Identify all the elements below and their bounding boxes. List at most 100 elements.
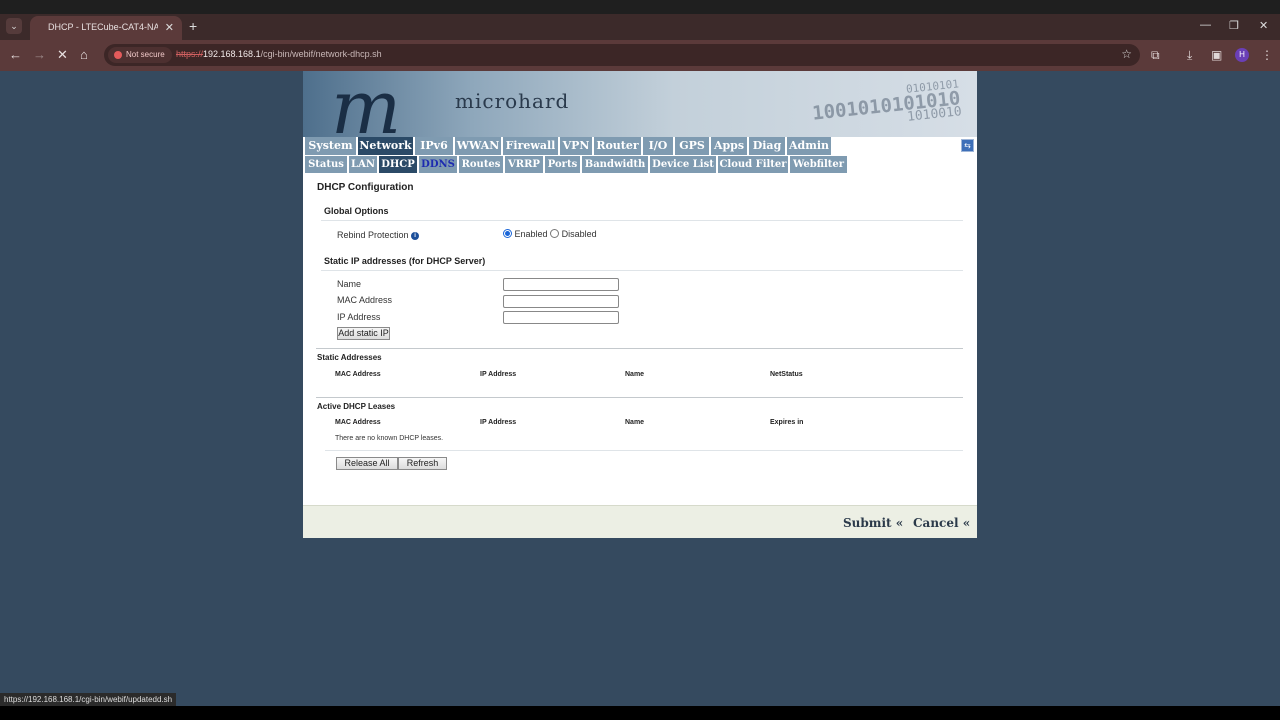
sub-tab-routes[interactable]: Routes: [459, 156, 503, 173]
main-tab-wwan[interactable]: WWAN: [455, 137, 501, 155]
column-header-expires: Expires in: [770, 419, 804, 426]
submit-button[interactable]: Submit «: [843, 516, 903, 530]
page-title: DHCP Configuration: [317, 182, 414, 193]
divider: [321, 270, 963, 271]
side-panel-icon[interactable]: ▣: [1211, 48, 1222, 62]
column-header-mac: MAC Address: [335, 371, 381, 378]
column-header-netstatus: NetStatus: [770, 371, 803, 378]
restore-icon[interactable]: ❐: [1229, 19, 1239, 32]
divider: [325, 450, 963, 451]
new-tab-button[interactable]: +: [189, 18, 197, 34]
sub-tab-dhcp[interactable]: DHCP: [379, 156, 417, 173]
sub-tab-lan[interactable]: LAN: [349, 156, 377, 173]
warning-icon: [114, 51, 122, 59]
static-addresses-heading: Static Addresses: [317, 353, 382, 362]
link-status-bar: https://192.168.168.1/cgi-bin/webif/upda…: [0, 693, 177, 706]
extensions-icon[interactable]: ⧉: [1151, 48, 1160, 62]
sub-tab-webfilter[interactable]: Webfilter: [790, 156, 847, 173]
static-ip-heading: Static IP addresses (for DHCP Server): [324, 256, 486, 266]
main-tab-ipv6[interactable]: IPv6: [415, 137, 453, 155]
not-secure-badge[interactable]: Not secure: [108, 47, 172, 63]
sub-tab-ports[interactable]: Ports: [545, 156, 580, 173]
main-tab-admin[interactable]: Admin: [787, 137, 831, 155]
disabled-label: Disabled: [561, 229, 597, 239]
form-footer: Submit « Cancel «: [303, 505, 977, 538]
ip-address-input[interactable]: [503, 311, 619, 324]
more-menu-icon[interactable]: ⋮: [1261, 48, 1273, 62]
column-header-name: Name: [625, 419, 645, 426]
main-tab-apps[interactable]: Apps: [711, 137, 747, 155]
back-icon[interactable]: ←: [9, 48, 22, 62]
refresh-button[interactable]: Refresh: [398, 457, 447, 470]
column-header-mac: MAC Address: [335, 419, 381, 426]
address-bar[interactable]: Not secure https://192.168.168.1/cgi-bin…: [104, 44, 1140, 66]
mac-address-input[interactable]: [503, 295, 619, 308]
column-header-ip: IP Address: [480, 419, 517, 426]
main-tab-vpn[interactable]: VPN: [560, 137, 592, 155]
ip-address-label: IP Address: [337, 312, 381, 322]
url-text[interactable]: https://192.168.168.1/cgi-bin/webif/netw…: [176, 49, 382, 59]
sub-tab-bandwidth[interactable]: Bandwidth: [582, 156, 648, 173]
binary-decoration: 01010101 1001010101010 1010010: [810, 77, 963, 134]
main-nav: System Network IPv6 WWAN Firewall VPN Ro…: [303, 137, 977, 155]
minimize-icon[interactable]: —: [1200, 19, 1211, 31]
info-icon[interactable]: i: [411, 232, 420, 240]
close-window-icon[interactable]: ✕: [1259, 19, 1268, 32]
sub-tab-cloud-filter[interactable]: Cloud Filter: [718, 156, 788, 173]
sub-tab-status[interactable]: Status: [305, 156, 347, 173]
active-leases-heading: Active DHCP Leases: [317, 402, 396, 411]
brand-name: microhard: [455, 89, 570, 113]
main-tab-gps[interactable]: GPS: [675, 137, 709, 155]
home-icon[interactable]: ⌂: [80, 48, 88, 62]
no-leases-message: There are no known DHCP leases.: [335, 435, 444, 442]
disabled-radio[interactable]: [550, 229, 560, 238]
name-label: Name: [337, 279, 362, 289]
browser-window: ⌄ DHCP - LTECube-CAT4-NA2 Ad ✕ + — ❐ ✕ ←…: [0, 0, 1280, 720]
profile-avatar[interactable]: H: [1235, 48, 1249, 62]
divider: [316, 348, 963, 349]
release-all-button[interactable]: Release All: [336, 457, 398, 470]
sub-tab-vrrp[interactable]: VRRP: [505, 156, 543, 173]
microhard-banner: m microhard 01010101 1001010101010 10100…: [303, 71, 977, 137]
refresh-view-icon[interactable]: ⇆: [961, 139, 974, 152]
rebind-protection-label: Rebind Protection i: [337, 230, 420, 240]
browser-toolbar: ← → ✕ ⌂ Not secure https://192.168.168.1…: [0, 40, 1280, 71]
global-options-heading: Global Options: [324, 206, 389, 216]
url-host: 192.168.168.1: [203, 49, 261, 59]
divider: [316, 397, 963, 398]
dhcp-configuration-form: DHCP Configuration Global Options Rebind…: [303, 173, 977, 505]
stop-loading-icon[interactable]: ✕: [57, 48, 68, 62]
name-input[interactable]: [503, 278, 619, 291]
microhard-logo-icon: m: [331, 71, 401, 137]
main-tab-io[interactable]: I/O: [643, 137, 673, 155]
sub-tab-ddns[interactable]: DDNS: [419, 156, 457, 173]
rebind-protection-text: Rebind Protection: [337, 230, 409, 240]
main-tab-router[interactable]: Router: [594, 137, 641, 155]
tab-close-icon[interactable]: ✕: [165, 21, 174, 34]
url-path: /cgi-bin/webif/network-dhcp.sh: [260, 49, 382, 59]
main-tab-system[interactable]: System: [305, 137, 356, 155]
bookmark-star-icon[interactable]: ☆: [1121, 47, 1132, 61]
enabled-label: Enabled: [514, 229, 548, 239]
main-tab-firewall[interactable]: Firewall: [503, 137, 558, 155]
sub-nav: Status LAN DHCP DDNS Routes VRRP Ports B…: [303, 155, 977, 173]
main-tab-diag[interactable]: Diag: [749, 137, 785, 155]
add-static-ip-button[interactable]: Add static IP: [337, 327, 390, 340]
mac-address-label: MAC Address: [337, 295, 393, 305]
sub-tab-device-list[interactable]: Device List: [650, 156, 716, 173]
download-icon[interactable]: ⤓: [1187, 48, 1192, 62]
cancel-button[interactable]: Cancel «: [913, 516, 970, 530]
rebind-protection-options: Enabled Disabled: [503, 229, 597, 239]
tab-search-dropdown-icon[interactable]: ⌄: [6, 18, 22, 34]
forward-icon[interactable]: →: [33, 48, 46, 62]
active-tab[interactable]: DHCP - LTECube-CAT4-NA2 Ad ✕: [30, 16, 182, 40]
bottom-edge: [0, 706, 1280, 720]
enabled-radio[interactable]: [503, 229, 512, 238]
url-scheme: https://: [176, 49, 204, 59]
tab-strip: ⌄ DHCP - LTECube-CAT4-NA2 Ad ✕ + — ❐ ✕: [0, 14, 1280, 40]
main-tab-network[interactable]: Network: [358, 137, 413, 155]
not-secure-label: Not secure: [126, 50, 165, 59]
column-header-name: Name: [625, 371, 645, 378]
tab-title: DHCP - LTECube-CAT4-NA2 Ad: [48, 22, 158, 32]
router-admin-panel: m microhard 01010101 1001010101010 10100…: [303, 71, 977, 538]
